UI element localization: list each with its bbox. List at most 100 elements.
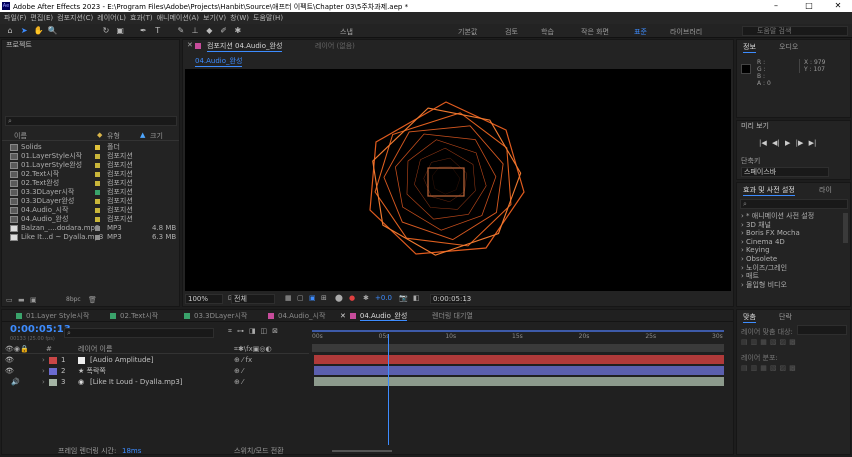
tab-layer[interactable]: 레이어 (없음) <box>315 41 355 51</box>
list-item[interactable]: Balzan_....dodara.mp3 MP3 4.8 MB <box>2 224 179 233</box>
toggle-switches-button[interactable]: 스위치/모드 전환 <box>234 446 284 456</box>
menu-effect[interactable]: 효과(T) <box>130 13 153 23</box>
camera-tool-icon[interactable]: ▣ <box>115 26 125 36</box>
layer-switches[interactable]: ⊕ ⁄ <box>234 377 243 387</box>
tab-timeline-05[interactable]: ✕ 04.Audio_완성 <box>340 310 408 322</box>
workspace-default[interactable]: 기본값 <box>458 27 477 37</box>
shortcut-select[interactable]: 스페이스바 <box>741 167 829 177</box>
workspace-learn[interactable]: 학습 <box>541 27 554 37</box>
list-item[interactable]: Like It...d ~ Dyalla.mp3 MP3 6.3 MB <box>2 233 179 242</box>
distribute-buttons[interactable]: ▤▥▦▧▨▩ <box>741 364 799 372</box>
list-item[interactable]: Solids 폴더 <box>2 143 179 152</box>
effects-search-input[interactable]: ⌕ <box>740 199 848 209</box>
interpret-footage-icon[interactable]: ▭ <box>6 296 13 304</box>
help-search-input[interactable]: 도움말 검색 <box>742 26 848 36</box>
layer-name[interactable]: [Like It Loud - Dyalla.mp3] <box>90 377 183 387</box>
channel-icon[interactable]: ⬤ <box>335 294 343 302</box>
roto-brush-icon[interactable]: ✐ <box>219 26 229 36</box>
label-color[interactable] <box>49 379 57 386</box>
layer-row[interactable]: 👁 › 1 [Audio Amplitude] ⊕ ⁄ fx <box>2 355 309 365</box>
prev-frame-icon[interactable]: ◀| <box>772 139 780 147</box>
expand-icon[interactable]: › <box>42 355 45 365</box>
snapshot-icon[interactable]: 📷 <box>399 294 408 302</box>
timeline-tracks[interactable]: 00s 05s 10s 15s 20s 25s 30s <box>312 330 724 445</box>
workspace-standard[interactable]: 표준 <box>634 27 647 37</box>
timeline-timecode[interactable]: 0:00:05:13 <box>10 324 71 335</box>
composition-viewer[interactable] <box>185 69 731 291</box>
label-color[interactable] <box>49 357 57 364</box>
list-item[interactable]: › Boris FX Mocha <box>741 229 841 238</box>
layer-name[interactable]: [Audio Amplitude] <box>90 355 153 365</box>
zoom-slider[interactable] <box>332 450 392 452</box>
tab-timeline-04[interactable]: 04.Audio_시작 <box>268 310 325 322</box>
scrollbar[interactable] <box>843 213 848 243</box>
clone-stamp-icon[interactable]: ⊥ <box>190 26 200 36</box>
list-item[interactable]: › Obsolete <box>741 255 841 264</box>
align-buttons[interactable]: ▤▥▦▧▨▩ <box>741 338 799 346</box>
hand-tool-icon[interactable]: ✋ <box>33 26 43 36</box>
workspace-small-screen[interactable]: 작은 화면 <box>581 27 609 37</box>
list-item[interactable]: 03.3DLayer완성 컴포지션 <box>2 197 179 206</box>
bpc-label[interactable]: 8bpc <box>66 296 81 303</box>
timeline-switches[interactable]: ⌗⊶◨◫⊠ <box>228 327 283 336</box>
tab-paragraph[interactable]: 단락 <box>779 312 792 322</box>
time-ruler[interactable]: 00s 05s 10s 15s 20s 25s 30s <box>312 333 724 343</box>
list-item[interactable]: 01.LayerStyle시작 컴포지션 <box>2 152 179 161</box>
menu-help[interactable]: 도움말(H) <box>253 13 283 23</box>
home-icon[interactable]: ⌂ <box>5 26 15 36</box>
new-folder-icon[interactable]: ▬ <box>18 296 25 304</box>
tab-timeline-01[interactable]: 01.Layer Style시작 <box>16 310 89 322</box>
list-item[interactable]: 02.Text완성 컴포지션 <box>2 179 179 188</box>
menu-edit[interactable]: 편집(E) <box>30 13 53 23</box>
pen-tool-icon[interactable]: ✒ <box>138 26 148 36</box>
list-item[interactable]: › 노이즈/그레인 <box>741 264 841 273</box>
resolution-select[interactable]: 전체 <box>231 294 275 304</box>
menu-layer[interactable]: 레이어(L) <box>97 13 126 23</box>
expand-icon[interactable]: › <box>42 377 45 387</box>
layer-bar[interactable] <box>314 355 724 364</box>
layer-bar[interactable] <box>314 377 724 386</box>
menu-composition[interactable]: 컴포지션(C) <box>57 13 93 23</box>
list-item[interactable]: 04.Audio_시작 컴포지션 <box>2 206 179 215</box>
list-item[interactable]: › 몰입형 비디오 <box>741 281 841 290</box>
play-icon[interactable]: ▶ <box>785 139 790 147</box>
region-icon[interactable]: ▣ <box>309 294 316 302</box>
exposure-value[interactable]: +0.0 <box>375 294 392 302</box>
first-frame-icon[interactable]: |◀ <box>759 139 767 147</box>
layer-row[interactable]: 🔊 › 3 ◉ [Like It Loud - Dyalla.mp3] ⊕ ⁄ <box>2 377 309 387</box>
column-name[interactable]: 이름 <box>14 131 27 141</box>
align-to-select[interactable] <box>797 325 847 335</box>
menu-view[interactable]: 보기(V) <box>203 13 226 23</box>
selection-tool-icon[interactable]: ➤ <box>19 26 29 36</box>
eraser-tool-icon[interactable]: ◆ <box>204 26 214 36</box>
mask-icon[interactable]: ▢ <box>297 294 304 302</box>
list-item[interactable]: 03.3DLayer시작 컴포지션 <box>2 188 179 197</box>
tab-timeline-03[interactable]: 03.3DLayer시작 <box>184 310 247 322</box>
type-tool-icon[interactable]: T <box>153 26 163 36</box>
last-frame-icon[interactable]: ▶| <box>809 139 817 147</box>
speaker-icon[interactable]: 🔊 <box>11 377 20 387</box>
layer-switches[interactable]: ⊕ ⁄ fx <box>234 355 252 365</box>
list-item[interactable]: › Keying <box>741 246 841 255</box>
minimize-button[interactable]: – <box>764 1 788 10</box>
maximize-button[interactable]: □ <box>797 1 821 10</box>
tab-libraries[interactable]: 라이 <box>819 185 832 195</box>
column-layer-name[interactable]: 레이어 이름 <box>78 344 112 354</box>
label-color[interactable] <box>49 368 57 375</box>
playhead[interactable] <box>387 334 389 445</box>
eye-icon[interactable]: 👁 <box>5 355 14 365</box>
preview-title[interactable]: 미리 보기 <box>737 121 850 132</box>
close-button[interactable]: ✕ <box>826 1 850 10</box>
close-icon[interactable]: ✕ <box>340 312 346 320</box>
expand-icon[interactable]: › <box>42 366 45 376</box>
puppet-tool-icon[interactable]: ✱ <box>233 26 243 36</box>
close-icon[interactable]: ✕ <box>187 41 193 49</box>
tab-info[interactable]: 정보 <box>743 42 756 53</box>
zoom-select[interactable]: 100% <box>185 294 223 304</box>
zoom-tool-icon[interactable]: 🔍 <box>48 26 58 36</box>
list-item[interactable]: › 3D 채널 <box>741 221 841 230</box>
list-item[interactable]: 04.Audio_완성 컴포지션 <box>2 215 179 224</box>
color-management-icon[interactable]: ● <box>349 294 355 302</box>
tab-timeline-02[interactable]: 02.Text시작 <box>110 310 158 322</box>
list-item[interactable]: 02.Text시작 컴포지션 <box>2 170 179 179</box>
